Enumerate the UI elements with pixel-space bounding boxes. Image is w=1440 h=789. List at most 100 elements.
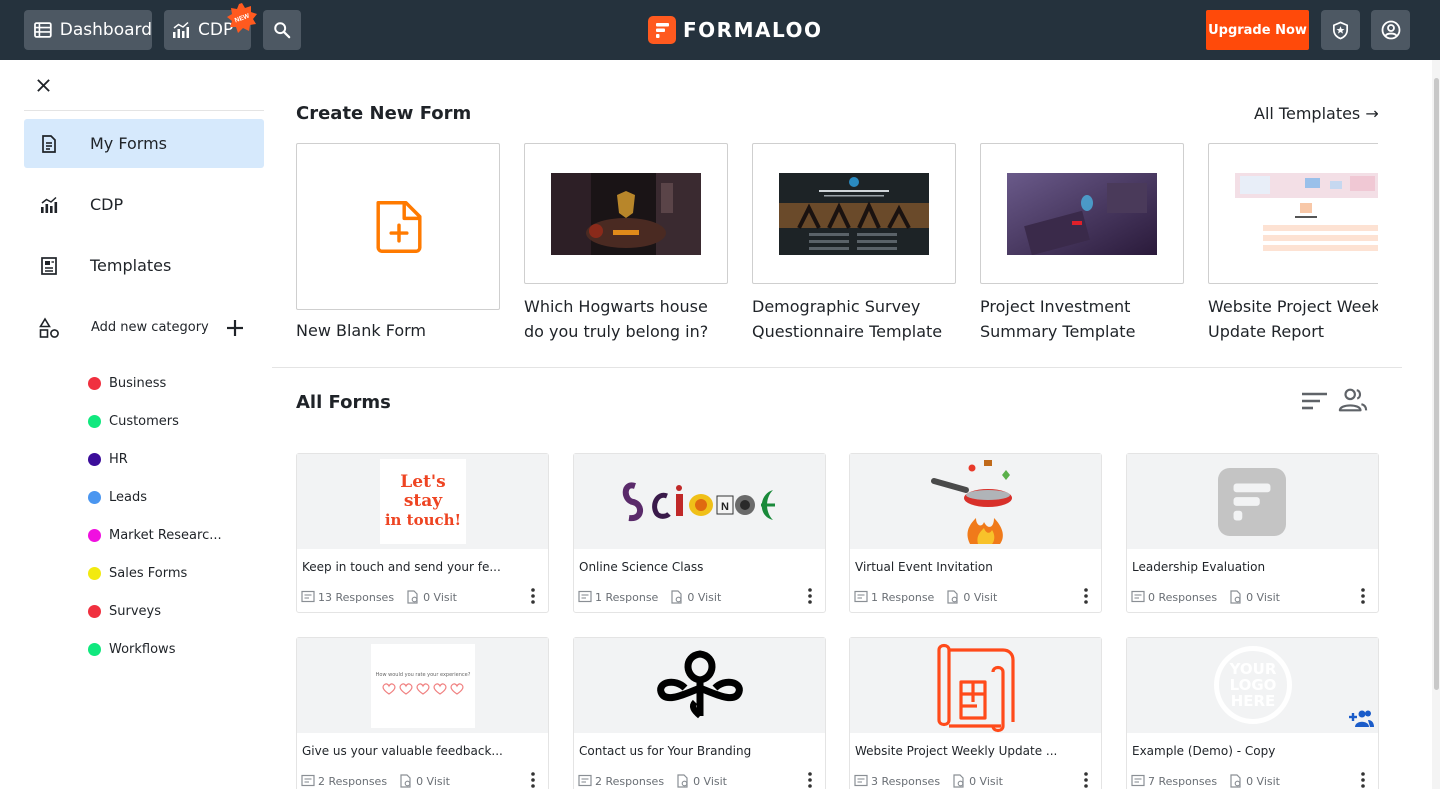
- sort-icon[interactable]: [1300, 387, 1330, 417]
- form-thumbnail: [850, 638, 1101, 733]
- your-logo-placeholder: YOUR LOGO HERE: [1214, 646, 1292, 724]
- more-options-icon[interactable]: [525, 770, 541, 789]
- plus-icon[interactable]: [224, 317, 246, 339]
- form-stats: 1 Response 0 Visit: [854, 590, 997, 604]
- responses-icon: [301, 590, 315, 603]
- category-color-dot: [88, 376, 101, 390]
- page-scrollbar-thumb[interactable]: [1434, 78, 1439, 690]
- form-card[interactable]: How would you rate your experience? Give…: [296, 637, 549, 789]
- all-forms-title: All Forms: [296, 392, 391, 413]
- form-thumbnail: How would you rate your experience?: [297, 638, 548, 733]
- form-card[interactable]: Let's stay in touch! Keep in touch and s…: [296, 453, 549, 613]
- template-thumbnail: [296, 143, 500, 310]
- category-label: Customers: [109, 413, 179, 429]
- visits-count: 0 Visit: [693, 774, 727, 788]
- user-circle-icon: [1381, 20, 1400, 40]
- more-options-icon[interactable]: [802, 770, 818, 789]
- more-options-icon[interactable]: [525, 586, 541, 606]
- visits-icon: [947, 590, 958, 604]
- form-card[interactable]: YOUR LOGO HERE Example (Demo) - Copy 7 R…: [1126, 637, 1379, 789]
- category-label: Business: [109, 375, 167, 391]
- security-button[interactable]: [1321, 10, 1360, 50]
- shield-star-icon: [1332, 20, 1349, 39]
- responses-icon: [578, 774, 592, 787]
- form-card[interactable]: Contact us for Your Branding 2 Responses…: [573, 637, 826, 789]
- formaloo-placeholder-icon: [1218, 468, 1286, 536]
- sidebar-item-my-forms[interactable]: My Forms: [24, 119, 264, 168]
- form-card[interactable]: N Online Science Class 1 Response 0 Visi…: [573, 453, 826, 613]
- more-options-icon[interactable]: [1355, 770, 1371, 789]
- new-badge: NEW: [227, 3, 257, 33]
- category-item-workflows[interactable]: Workflows: [88, 639, 175, 659]
- template-title: Website Project Weekly Update Report: [1208, 297, 1378, 341]
- form-stats: 7 Responses 0 Visit: [1131, 774, 1280, 788]
- upgrade-now-button[interactable]: Upgrade Now: [1206, 10, 1309, 50]
- dashboard-button[interactable]: Dashboard: [24, 10, 152, 50]
- category-item-leads[interactable]: Leads: [88, 487, 147, 507]
- visits-count: 0 Visit: [963, 590, 998, 604]
- template-strip: New Blank Form Which Hogwarts house do y…: [296, 143, 1378, 353]
- template-title: Which Hogwarts house do you truly belong…: [524, 297, 709, 341]
- template-card-website-weekly[interactable]: Website Project Weekly Update Report: [1208, 143, 1378, 344]
- create-new-form-title: Create New Form: [296, 103, 472, 124]
- more-options-icon[interactable]: [1355, 586, 1371, 606]
- responses-count: 0 Responses: [1148, 590, 1218, 604]
- sidebar-item-cdp[interactable]: CDP: [24, 180, 264, 229]
- analytics-chart-icon: [38, 194, 60, 216]
- template-thumbnail: [1208, 143, 1378, 284]
- form-title: Example (Demo) - Copy: [1132, 744, 1276, 758]
- shared-users-icon[interactable]: [1338, 385, 1368, 415]
- sidebar-item-templates[interactable]: Templates: [24, 241, 264, 290]
- more-options-icon[interactable]: [802, 586, 818, 606]
- category-item-business[interactable]: Business: [88, 373, 166, 393]
- category-label: Workflows: [109, 641, 176, 657]
- template-title: Demographic Survey Questionnaire Templat…: [752, 297, 943, 341]
- responses-icon: [301, 774, 315, 787]
- formaloo-logo[interactable]: FORMALOO: [648, 16, 822, 44]
- template-card-project-investment[interactable]: Project Investment Summary Template: [980, 143, 1184, 344]
- more-options-icon[interactable]: [1078, 770, 1094, 789]
- template-preview-image: [551, 173, 701, 255]
- template-thumbnail: [752, 143, 956, 284]
- blueprint-scroll-icon: [937, 643, 1015, 733]
- template-card-hogwarts[interactable]: Which Hogwarts house do you truly belong…: [524, 143, 728, 344]
- all-templates-link[interactable]: All Templates →: [1254, 104, 1379, 123]
- add-new-category[interactable]: Add new category: [24, 313, 264, 343]
- category-item-customers[interactable]: Customers: [88, 411, 179, 431]
- responses-count: 1 Response: [595, 590, 659, 604]
- category-label: Surveys: [109, 603, 161, 619]
- category-item-sales-forms[interactable]: Sales Forms: [88, 563, 187, 583]
- form-card[interactable]: Leadership Evaluation 0 Responses 0 Visi…: [1126, 453, 1379, 613]
- list-icon: [34, 22, 52, 38]
- close-sidebar-button[interactable]: [30, 72, 56, 98]
- responses-count: 7 Responses: [1148, 774, 1218, 788]
- category-label: Market Researc...: [109, 527, 222, 543]
- search-icon: [274, 22, 291, 39]
- category-item-hr[interactable]: HR: [88, 449, 128, 469]
- search-button[interactable]: [263, 10, 301, 50]
- thumb-text-line: How would you rate your experience?: [375, 672, 471, 678]
- responses-icon: [854, 590, 868, 603]
- dashboard-label: Dashboard: [59, 20, 152, 40]
- shared-user-add-icon[interactable]: [1346, 709, 1374, 729]
- close-icon: [36, 78, 50, 92]
- hearts-rating-icon: [382, 683, 464, 695]
- cooking-pan-fire-image: [931, 460, 1012, 544]
- thumb-text-line: Let's: [400, 472, 446, 492]
- form-thumbnail-card: Let's stay in touch!: [380, 459, 466, 544]
- form-card[interactable]: Website Project Weekly Update ... 3 Resp…: [849, 637, 1102, 789]
- template-document-icon: [38, 255, 60, 277]
- logo-text: FORMALOO: [683, 18, 823, 42]
- account-button[interactable]: [1371, 10, 1410, 50]
- top-bar: Dashboard CDP NEW FORMALOO Upgrade Now: [0, 0, 1440, 60]
- template-card-blank[interactable]: New Blank Form: [296, 143, 500, 343]
- category-item-market-research[interactable]: Market Researc...: [88, 525, 222, 545]
- category-color-dot: [88, 566, 101, 580]
- visits-icon: [1230, 774, 1241, 788]
- form-stats: 1 Response 0 Visit: [578, 590, 721, 604]
- more-options-icon[interactable]: [1078, 586, 1094, 606]
- thumb-text-line: stay: [403, 491, 443, 511]
- form-card[interactable]: Virtual Event Invitation 1 Response 0 Vi…: [849, 453, 1102, 613]
- template-card-demographic[interactable]: Demographic Survey Questionnaire Templat…: [752, 143, 956, 344]
- category-item-surveys[interactable]: Surveys: [88, 601, 161, 621]
